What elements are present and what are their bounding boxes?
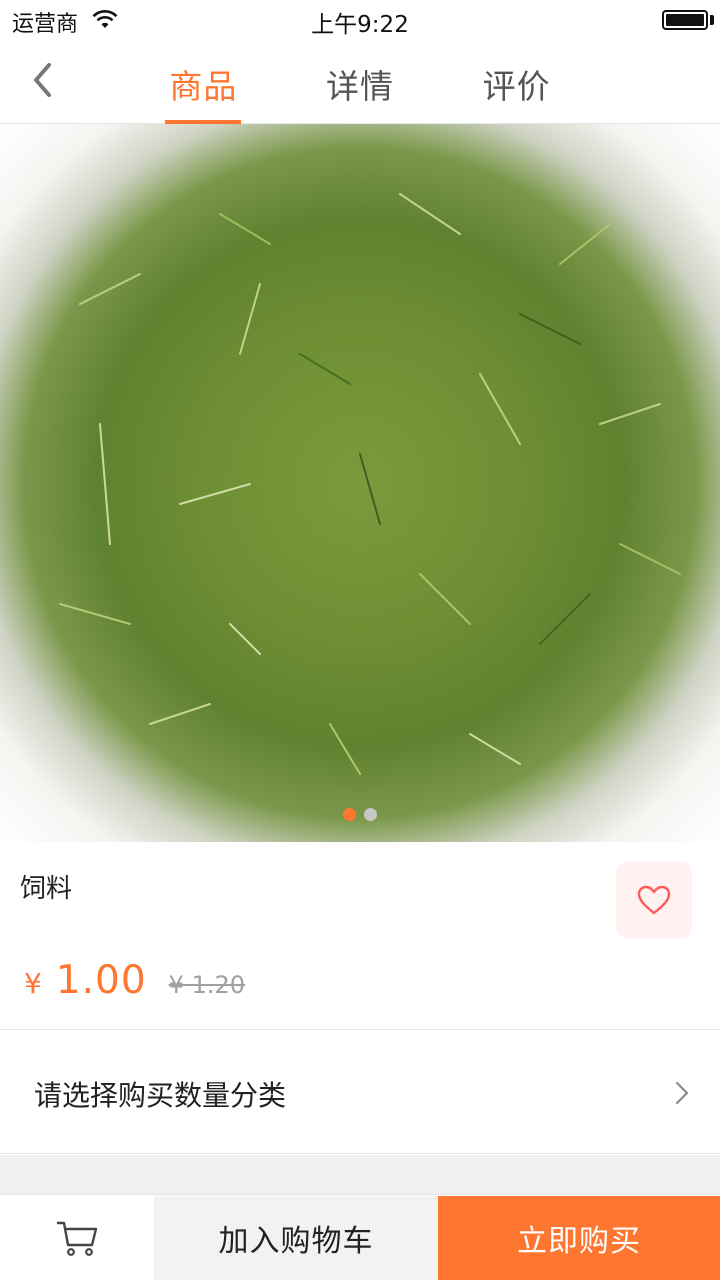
current-price: 1.00 bbox=[55, 958, 147, 1003]
tab-reviews[interactable]: 评价 bbox=[438, 40, 595, 124]
product-name: 饲料 bbox=[20, 874, 73, 904]
carousel-dot[interactable] bbox=[364, 808, 377, 821]
product-photo bbox=[59, 193, 681, 775]
status-bar: 运营商 上午9:22 bbox=[0, 0, 720, 40]
product-info: 饲料 ¥ 1.00 ¥ 1.20 bbox=[0, 842, 720, 1030]
heart-icon bbox=[637, 885, 671, 915]
spec-selector[interactable]: 请选择购买数量分类 bbox=[0, 1030, 720, 1154]
favorite-button[interactable] bbox=[616, 862, 692, 938]
tab-details-label: 详情 bbox=[326, 67, 394, 106]
product-image-carousel[interactable] bbox=[0, 124, 720, 842]
battery-icon bbox=[662, 10, 708, 30]
tab-bar: 商品 详情 评价 bbox=[125, 40, 595, 124]
tab-product-label: 商品 bbox=[169, 67, 238, 106]
battery-tip bbox=[710, 15, 714, 25]
original-price: ¥ 1.20 bbox=[168, 971, 246, 999]
back-button[interactable] bbox=[22, 58, 62, 102]
cart-button[interactable] bbox=[0, 1196, 154, 1280]
bottom-action-bar: 加入购物车 立即购买 bbox=[0, 1196, 720, 1280]
price-row: ¥ 1.00 ¥ 1.20 bbox=[24, 958, 245, 1003]
section-divider bbox=[0, 1155, 720, 1195]
currency-symbol: ¥ bbox=[24, 967, 42, 1000]
buy-now-button[interactable]: 立即购买 bbox=[438, 1196, 720, 1280]
status-time: 上午9:22 bbox=[311, 12, 409, 38]
tab-product[interactable]: 商品 bbox=[125, 40, 282, 124]
tab-reviews-label: 评价 bbox=[482, 67, 551, 106]
nav-bar: 商品 详情 评价 bbox=[0, 40, 720, 124]
add-to-cart-button[interactable]: 加入购物车 bbox=[154, 1196, 438, 1280]
spec-selector-label: 请选择购买数量分类 bbox=[34, 1079, 287, 1112]
carousel-indicator bbox=[0, 808, 720, 821]
carousel-dot[interactable] bbox=[343, 808, 356, 821]
tab-details[interactable]: 详情 bbox=[282, 40, 439, 124]
chevron-right-icon bbox=[675, 1081, 689, 1105]
cart-icon bbox=[56, 1221, 98, 1256]
chevron-left-icon bbox=[34, 63, 51, 97]
